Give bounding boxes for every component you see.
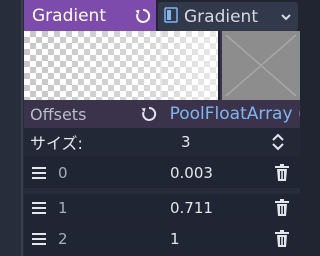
chevron-down-icon[interactable] [280,7,292,26]
array-size-label: サイズ: [30,134,83,153]
offsets-label: Offsets [30,104,87,124]
array-item-value[interactable]: 0.711 [170,199,268,217]
array-item-row: 1 0.711 [24,194,300,222]
gradient-editor[interactable] [24,31,300,100]
revert-icon[interactable] [132,5,154,27]
array-item-index: 2 [58,230,68,248]
gradient-property-header: Gradient [24,0,156,31]
offsets-property[interactable]: Offsets PoolFloatArray ( [24,100,300,128]
revert-icon[interactable] [138,103,159,125]
array-size-row: サイズ: 3 [24,128,300,156]
gradient-property-label: Gradient [32,5,106,26]
trash-icon[interactable] [268,199,296,217]
inspector-indent-guide [21,0,23,256]
array-item-value[interactable]: 1 [170,230,268,248]
gradient-point-marker[interactable] [218,31,220,100]
array-size-input[interactable]: 3 [166,133,268,151]
gradient-resource-label: Gradient [184,6,258,27]
array-item-value[interactable]: 0.003 [170,164,268,182]
drag-handle-icon[interactable] [24,233,54,245]
offsets-value[interactable]: PoolFloatArray ( [170,104,300,124]
drag-handle-icon[interactable] [24,167,54,179]
spinner-updown-icon[interactable] [268,131,288,153]
selected-color-swatch[interactable] [222,31,300,100]
gradient-preview-overlay [24,31,220,100]
array-item-index: 0 [58,164,68,182]
trash-icon[interactable] [268,164,296,182]
gradient-resource-selector[interactable]: Gradient [158,2,298,31]
array-item-index: 1 [58,199,68,217]
trash-icon[interactable] [268,230,296,248]
array-item-row: 2 1 [24,225,300,253]
array-item-row: 0 0.003 [24,159,300,187]
gradient-resource-icon [164,6,178,27]
drag-handle-icon[interactable] [24,202,54,214]
gradient-point-marker[interactable] [160,31,162,100]
